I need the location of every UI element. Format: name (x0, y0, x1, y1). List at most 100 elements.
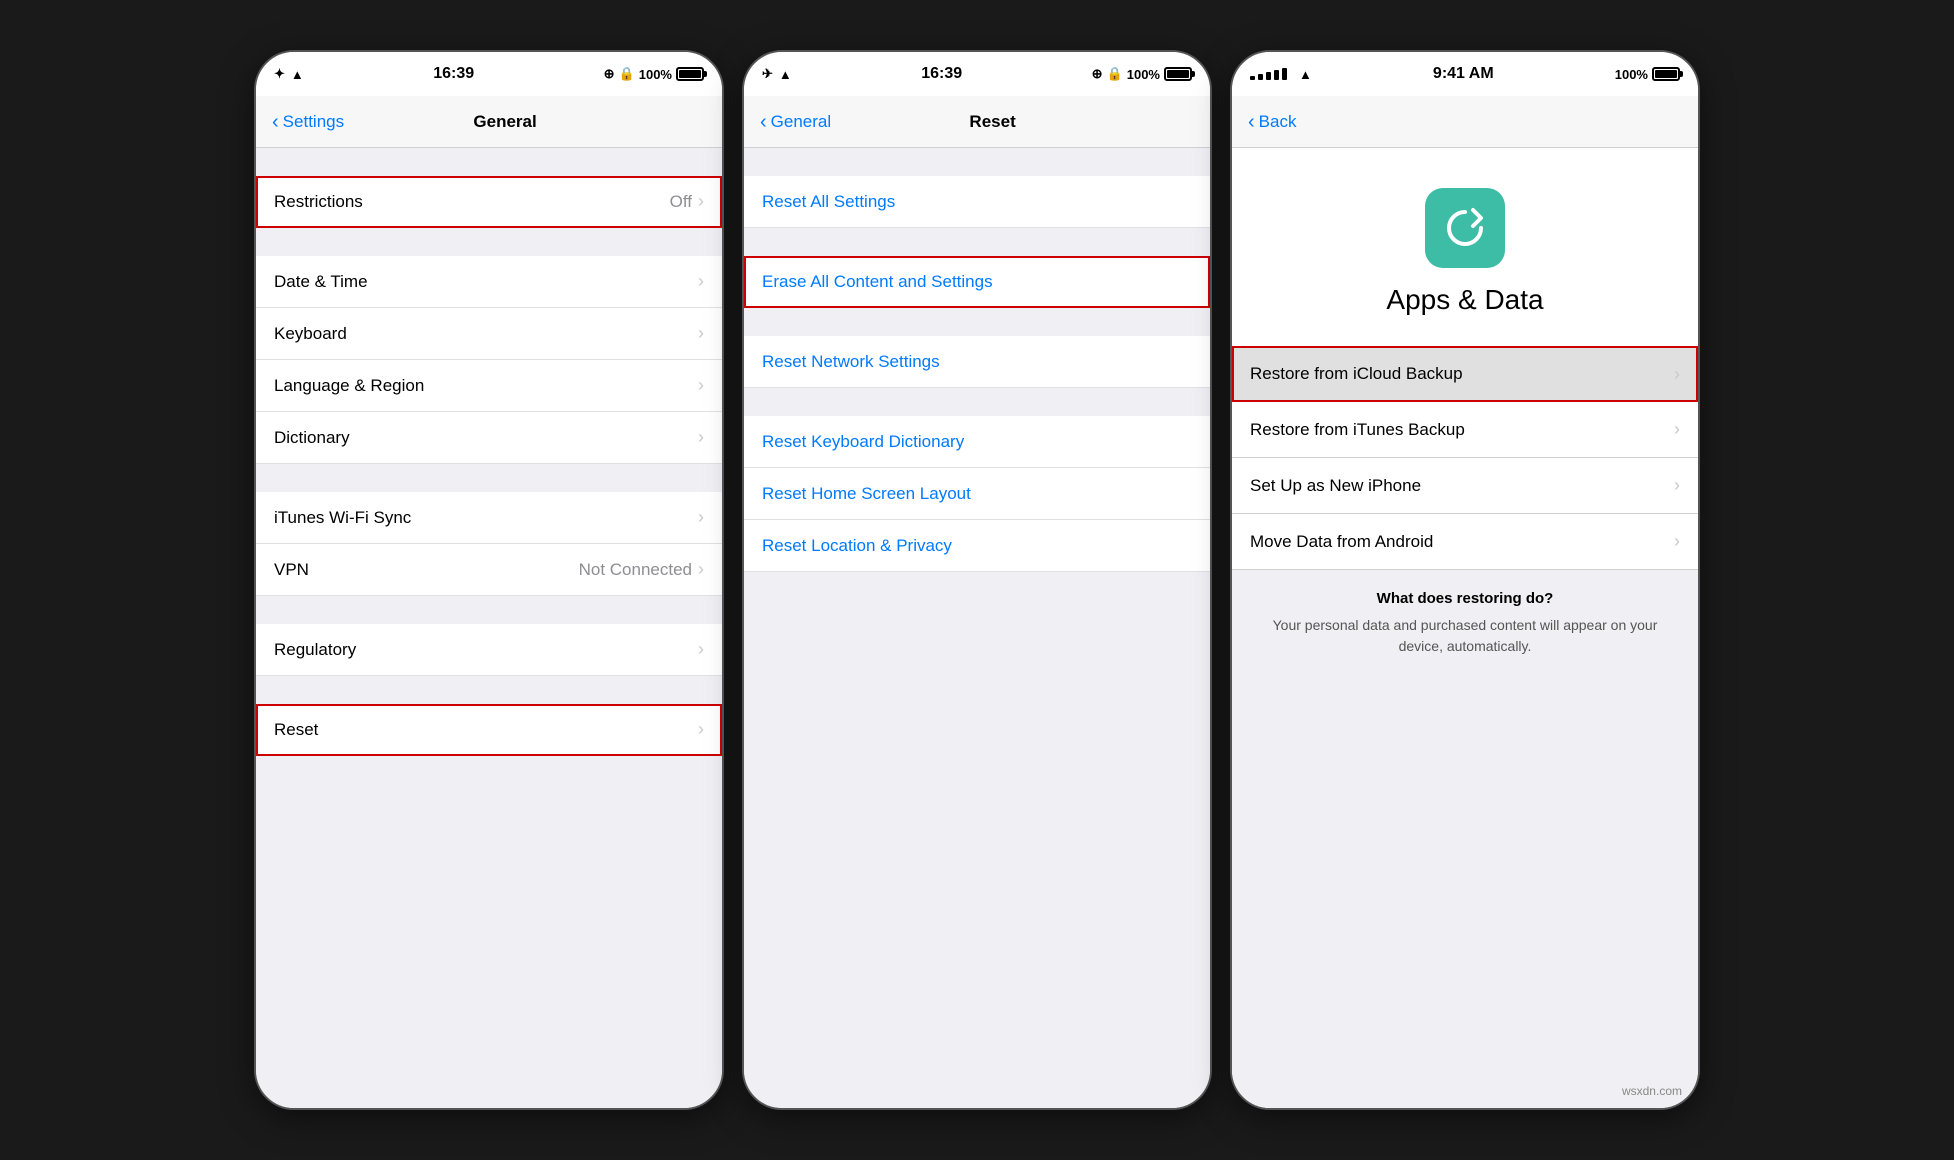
sig-bar-5 (1282, 68, 1287, 80)
restore-itunes-row[interactable]: Restore from iTunes Backup › (1232, 402, 1698, 458)
battery-icon-3 (1652, 67, 1680, 81)
spacer-1b (256, 228, 722, 256)
date-time-row[interactable]: Date & Time › (256, 256, 722, 308)
reset-location-privacy-row[interactable]: Reset Location & Privacy (744, 520, 1210, 572)
lock-icon-2: 🔒 (1107, 66, 1123, 82)
spacer-1a (256, 148, 722, 176)
vpn-row[interactable]: VPN Not Connected › (256, 544, 722, 596)
back-button-1[interactable]: ‹ Settings (272, 112, 344, 132)
dictionary-chevron: › (698, 427, 704, 448)
what-does-body: Your personal data and purchased content… (1250, 615, 1680, 657)
phone-1: ✦ ▲ 16:39 ⊕ 🔒 100% ‹ Settings (254, 50, 724, 1110)
dictionary-row[interactable]: Dictionary › (256, 412, 722, 464)
itunes-wifi-label: iTunes Wi-Fi Sync (274, 508, 698, 528)
phone-2: ✈ ▲ 16:39 ⊕ 🔒 100% ‹ General (742, 50, 1212, 1110)
sig-bar-3 (1266, 72, 1271, 80)
back-button-2[interactable]: ‹ General (760, 112, 831, 132)
chevron-left-icon-1: ‹ (272, 112, 279, 132)
restrictions-value: Off (670, 192, 692, 212)
reset-location-privacy-label: Reset Location & Privacy (762, 536, 1192, 556)
vpn-chevron: › (698, 559, 704, 580)
setup-new-iphone-chevron: › (1674, 475, 1680, 496)
battery-icon-1 (676, 67, 704, 81)
move-data-android-label: Move Data from Android (1250, 532, 1674, 552)
signal-icon: ▲ (291, 67, 304, 82)
battery-fill-3 (1655, 70, 1677, 78)
setup-new-iphone-label: Set Up as New iPhone (1250, 476, 1674, 496)
nav-bar-2: ‹ General Reset (744, 96, 1210, 148)
spacer-2e (744, 572, 1210, 600)
nav-title-1: General (344, 112, 666, 132)
restore-icloud-chevron: › (1674, 364, 1680, 385)
restrictions-label: Restrictions (274, 192, 670, 212)
status-right-1: ⊕ 🔒 100% (604, 66, 704, 82)
spacer-2c (744, 308, 1210, 336)
wifi-icon: ✦ (274, 66, 285, 82)
phone-3: ▲ 9:41 AM 100% ‹ Back (1230, 50, 1700, 1110)
back-label-1: Settings (283, 112, 344, 132)
time-3: 9:41 AM (1433, 65, 1494, 83)
restore-itunes-chevron: › (1674, 419, 1680, 440)
location-icon: ⊕ (604, 66, 615, 82)
regulatory-label: Regulatory (274, 640, 698, 660)
apps-data-screen: Apps & Data Restore from iCloud Backup ›… (1232, 148, 1698, 1108)
reset-chevron: › (698, 719, 704, 740)
vpn-label: VPN (274, 560, 579, 580)
reset-keyboard-row[interactable]: Reset Keyboard Dictionary (744, 416, 1210, 468)
language-region-row[interactable]: Language & Region › (256, 360, 722, 412)
restore-icloud-label: Restore from iCloud Backup (1250, 364, 1674, 384)
language-region-chevron: › (698, 375, 704, 396)
keyboard-label: Keyboard (274, 324, 698, 344)
spacer-2b (744, 228, 1210, 256)
back-label-2: General (771, 112, 831, 132)
nav-bar-1: ‹ Settings General (256, 96, 722, 148)
restore-icloud-row[interactable]: Restore from iCloud Backup › (1232, 346, 1698, 402)
itunes-wifi-row[interactable]: iTunes Wi-Fi Sync › (256, 492, 722, 544)
date-time-chevron: › (698, 271, 704, 292)
battery-percent-1: 100% (639, 67, 672, 82)
apps-data-title: Apps & Data (1386, 284, 1543, 316)
content-area-2: Reset All Settings Erase All Content and… (744, 148, 1210, 1108)
setup-new-iphone-row[interactable]: Set Up as New iPhone › (1232, 458, 1698, 514)
reset-all-settings-row[interactable]: Reset All Settings (744, 176, 1210, 228)
chevron-left-icon-2: ‹ (760, 112, 767, 132)
reset-home-screen-label: Reset Home Screen Layout (762, 484, 1192, 504)
vpn-value: Not Connected (579, 560, 692, 580)
spacer-1f (256, 756, 722, 784)
spacer-2a (744, 148, 1210, 176)
restore-itunes-label: Restore from iTunes Backup (1250, 420, 1674, 440)
battery-percent-2: 100% (1127, 67, 1160, 82)
spacer-1d (256, 596, 722, 624)
sig-bar-4 (1274, 70, 1279, 80)
reset-row[interactable]: Reset › (256, 704, 722, 756)
apps-data-list: Restore from iCloud Backup › Restore fro… (1232, 346, 1698, 1108)
erase-all-content-row[interactable]: Erase All Content and Settings (744, 256, 1210, 308)
move-data-android-chevron: › (1674, 531, 1680, 552)
status-bar-1: ✦ ▲ 16:39 ⊕ 🔒 100% (256, 52, 722, 96)
time-1: 16:39 (433, 65, 474, 83)
location-icon-2: ⊕ (1092, 66, 1103, 82)
spacer-1c (256, 464, 722, 492)
regulatory-chevron: › (698, 639, 704, 660)
reset-label: Reset (274, 720, 698, 740)
what-does-section: What does restoring do? Your personal da… (1232, 570, 1698, 667)
reset-home-screen-row[interactable]: Reset Home Screen Layout (744, 468, 1210, 520)
status-bar-2: ✈ ▲ 16:39 ⊕ 🔒 100% (744, 52, 1210, 96)
apps-icon-container (1425, 188, 1505, 268)
nav-title-2: Reset (831, 112, 1154, 132)
back-button-3[interactable]: ‹ Back (1248, 112, 1296, 132)
move-data-android-row[interactable]: Move Data from Android › (1232, 514, 1698, 570)
what-does-title: What does restoring do? (1250, 590, 1680, 607)
erase-all-content-label: Erase All Content and Settings (762, 272, 1192, 292)
regulatory-row[interactable]: Regulatory › (256, 624, 722, 676)
apps-icon (1425, 188, 1505, 268)
reset-network-label: Reset Network Settings (762, 352, 1192, 372)
reset-network-row[interactable]: Reset Network Settings (744, 336, 1210, 388)
nav-bar-3: ‹ Back (1232, 96, 1698, 148)
restrictions-chevron: › (698, 191, 704, 212)
status-right-2: ⊕ 🔒 100% (1092, 66, 1192, 82)
restrictions-row[interactable]: Restrictions Off › (256, 176, 722, 228)
content-area-1: Restrictions Off › Date & Time › Keyboar… (256, 148, 722, 1108)
keyboard-row[interactable]: Keyboard › (256, 308, 722, 360)
dictionary-label: Dictionary (274, 428, 698, 448)
